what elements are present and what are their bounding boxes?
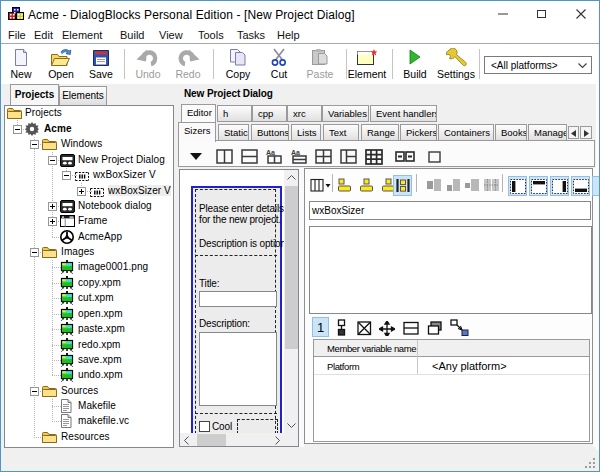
svg-text:Aa: Aa [291,149,300,156]
svg-text:Aa: Aa [266,149,275,156]
